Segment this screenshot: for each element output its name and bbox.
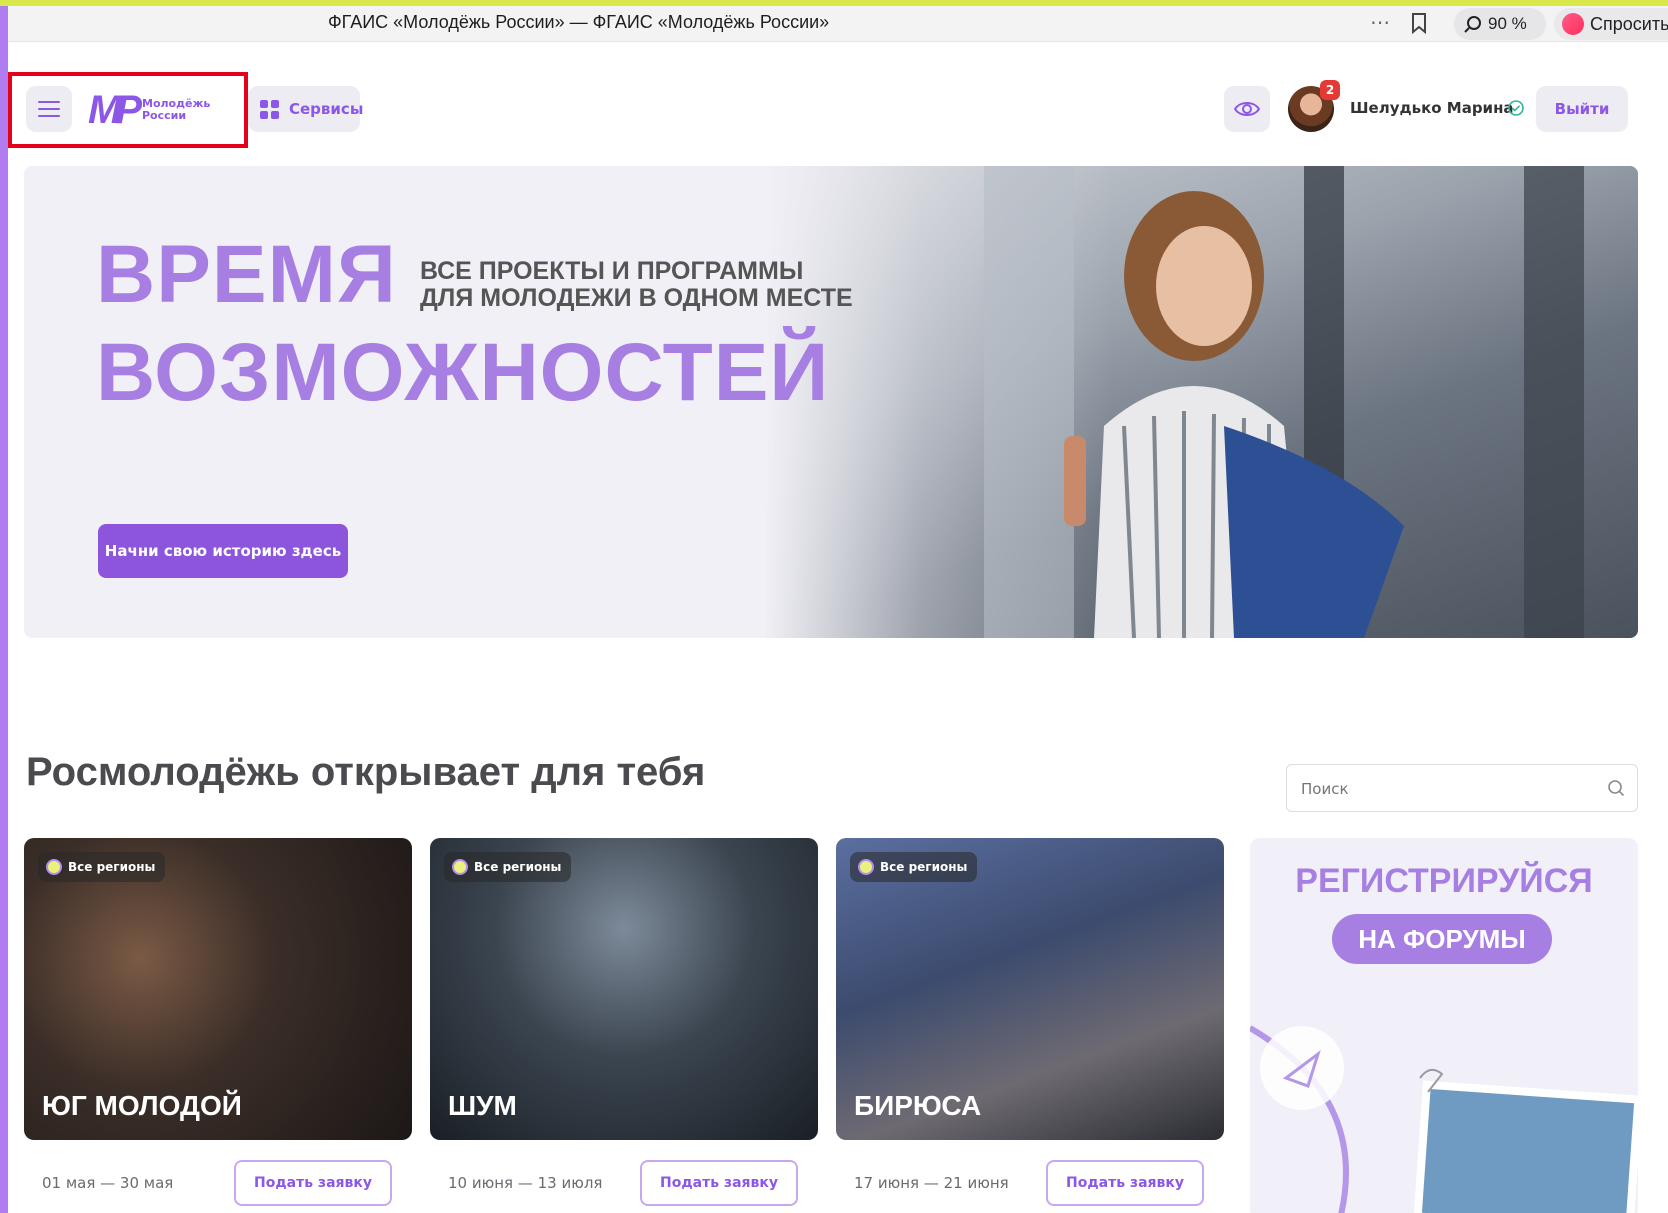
region-badge: Все регионы xyxy=(850,852,978,882)
logout-button[interactable]: Выйти xyxy=(1536,86,1628,132)
logo-mark-icon: MP xyxy=(88,88,142,132)
zoom-control[interactable]: 90 % xyxy=(1454,8,1546,40)
apply-button[interactable]: Подать заявку xyxy=(234,1160,392,1206)
eye-icon xyxy=(1234,102,1260,116)
notification-badge[interactable]: 2 xyxy=(1320,80,1340,100)
hero-photo xyxy=(764,166,1638,638)
services-label: Сервисы xyxy=(289,100,364,118)
forums-promo-card[interactable]: РЕГИСТРИРУЙСЯ НА ФОРУМЫ xyxy=(1250,838,1638,1213)
section-title: Росмолодёжь открывает для тебя xyxy=(26,750,706,794)
hero-subtitle-line1: ВСЕ ПРОЕКТЫ И ПРОГРАММЫ xyxy=(420,257,804,285)
ask-label: Спросить xyxy=(1590,13,1668,34)
verified-icon xyxy=(1508,100,1524,120)
services-button[interactable]: Сервисы xyxy=(248,86,364,132)
search-field[interactable] xyxy=(1286,764,1638,812)
event-card[interactable]: Все регионы ШУМ 10 июня — 13 июля Подать… xyxy=(430,838,818,1213)
user-name[interactable]: Шелудько Марина xyxy=(1350,99,1514,117)
region-badge: Все регионы xyxy=(38,852,166,882)
event-name: ЮГ МОЛОДОЙ xyxy=(42,1090,242,1121)
hero-subtitle: ВСЕ ПРОЕКТЫ И ПРОГРАММЫ ДЛЯ МОЛОДЕЖИ В О… xyxy=(420,258,853,312)
event-dates: 10 июня — 13 июля xyxy=(448,1174,603,1192)
hamburger-icon xyxy=(38,101,60,103)
event-card[interactable]: Все регионы БИРЮСА 17 июня — 21 июня Под… xyxy=(836,838,1224,1213)
start-story-button[interactable]: Начни свою историю здесь xyxy=(98,524,348,578)
page-title: ФГАИС «Молодёжь России» — ФГАИС «Молодёж… xyxy=(328,12,830,32)
apply-button[interactable]: Подать заявку xyxy=(640,1160,798,1206)
event-image: Все регионы ШУМ xyxy=(430,838,818,1140)
event-image: Все регионы ЮГ МОЛОДОЙ xyxy=(24,838,412,1140)
accessibility-button[interactable] xyxy=(1224,86,1270,132)
region-badge: Все регионы xyxy=(444,852,572,882)
hero-banner: ВРЕМЯ ВСЕ ПРОЕКТЫ И ПРОГРАММЫ ДЛЯ МОЛОДЕ… xyxy=(24,166,1638,638)
browser-window: ФГАИС «Молодёжь России» — ФГАИС «Молодёж… xyxy=(8,6,1668,1213)
zoom-icon xyxy=(1464,16,1481,33)
more-icon[interactable]: ⋯ xyxy=(1370,10,1390,34)
ask-button[interactable]: Спросить xyxy=(1554,8,1668,40)
site-logo[interactable]: MP Молодёжь России xyxy=(88,88,228,132)
event-dates: 17 июня — 21 июня xyxy=(854,1174,1009,1192)
event-card[interactable]: Все регионы ЮГ МОЛОДОЙ 01 мая — 30 мая П… xyxy=(24,838,412,1213)
event-name: БИРЮСА xyxy=(854,1090,982,1121)
hero-title-line2: ВОЗМОЖНОСТЕЙ xyxy=(96,327,830,418)
hero-title-line1: ВРЕМЯ xyxy=(96,229,397,320)
window-edge xyxy=(0,6,8,1213)
logo-text-line2: России xyxy=(142,109,187,122)
hero-subtitle-line2: ДЛЯ МОЛОДЕЖИ В ОДНОМ МЕСТЕ xyxy=(420,284,853,312)
browser-title-bar: ФГАИС «Молодёжь России» — ФГАИС «Молодёж… xyxy=(8,6,1668,42)
bookmark-icon[interactable] xyxy=(1410,12,1428,38)
apply-button[interactable]: Подать заявку xyxy=(1046,1160,1204,1206)
menu-button[interactable] xyxy=(26,86,72,132)
assistant-icon xyxy=(1562,13,1584,35)
hero-person-image xyxy=(984,166,1584,638)
grid-icon xyxy=(260,99,279,119)
event-dates: 01 мая — 30 мая xyxy=(42,1174,174,1192)
search-icon[interactable] xyxy=(1607,779,1625,801)
zoom-level: 90 % xyxy=(1488,14,1527,33)
promo-decoration xyxy=(1250,1025,1638,1213)
event-name: ШУМ xyxy=(448,1090,517,1121)
event-image: Все регионы БИРЮСА xyxy=(836,838,1224,1140)
search-input[interactable] xyxy=(1301,777,1591,801)
